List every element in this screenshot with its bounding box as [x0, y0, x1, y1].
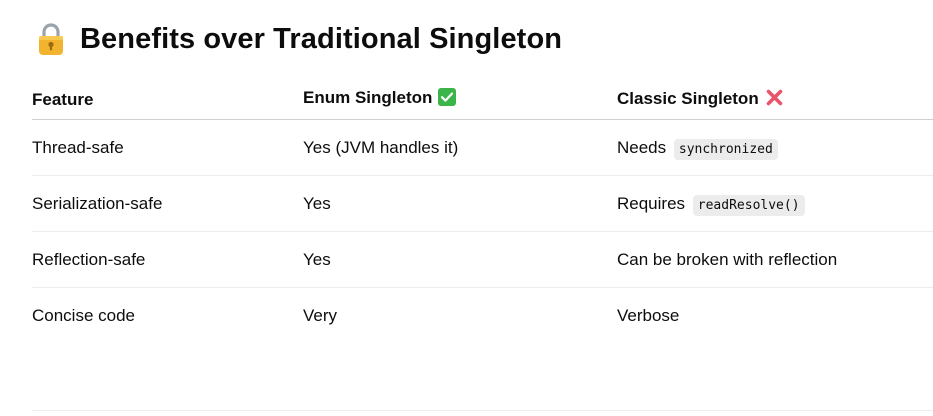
table-row: Reflection-safe Yes Can be broken with r…	[32, 231, 933, 288]
column-header-classic-singleton: Classic Singleton	[617, 80, 933, 120]
cell-enum: Yes	[303, 175, 617, 232]
comparison-table: Feature Enum Singleton Classic Singleton…	[32, 80, 933, 343]
cell-classic: Can be broken with reflection	[617, 231, 933, 288]
table-row: Thread-safe Yes (JVM handles it) Needs s…	[32, 119, 933, 176]
cell-classic: Verbose	[617, 305, 680, 325]
table-header-row: Feature Enum Singleton Classic Singleton	[32, 80, 933, 120]
cell-classic: Requires readResolve()	[617, 175, 933, 232]
table-row: Concise code Very Verbose	[32, 288, 933, 344]
cross-mark-icon	[765, 88, 784, 112]
cell-feature: Serialization-safe	[32, 175, 303, 232]
cell-feature: Thread-safe	[32, 119, 303, 176]
cell-classic: Needs synchronized	[617, 119, 933, 176]
cell-enum: Yes	[303, 231, 617, 288]
check-mark-icon	[438, 88, 457, 111]
code-snippet: readResolve()	[692, 194, 805, 216]
cell-enum: Very	[303, 305, 338, 325]
divider	[32, 410, 933, 411]
cell-enum: Yes (JVM handles it)	[303, 119, 617, 176]
section-heading: Benefits over Traditional Singleton	[36, 22, 562, 56]
table-row: Serialization-safe Yes Requires readReso…	[32, 175, 933, 232]
column-header-feature: Feature	[32, 80, 303, 120]
cell-feature: Reflection-safe	[32, 231, 303, 288]
code-snippet: synchronized	[673, 138, 778, 160]
lock-icon	[36, 22, 66, 56]
page-title: Benefits over Traditional Singleton	[80, 22, 563, 55]
cell-feature: Concise code	[32, 305, 136, 325]
column-header-enum-singleton: Enum Singleton	[303, 80, 617, 120]
